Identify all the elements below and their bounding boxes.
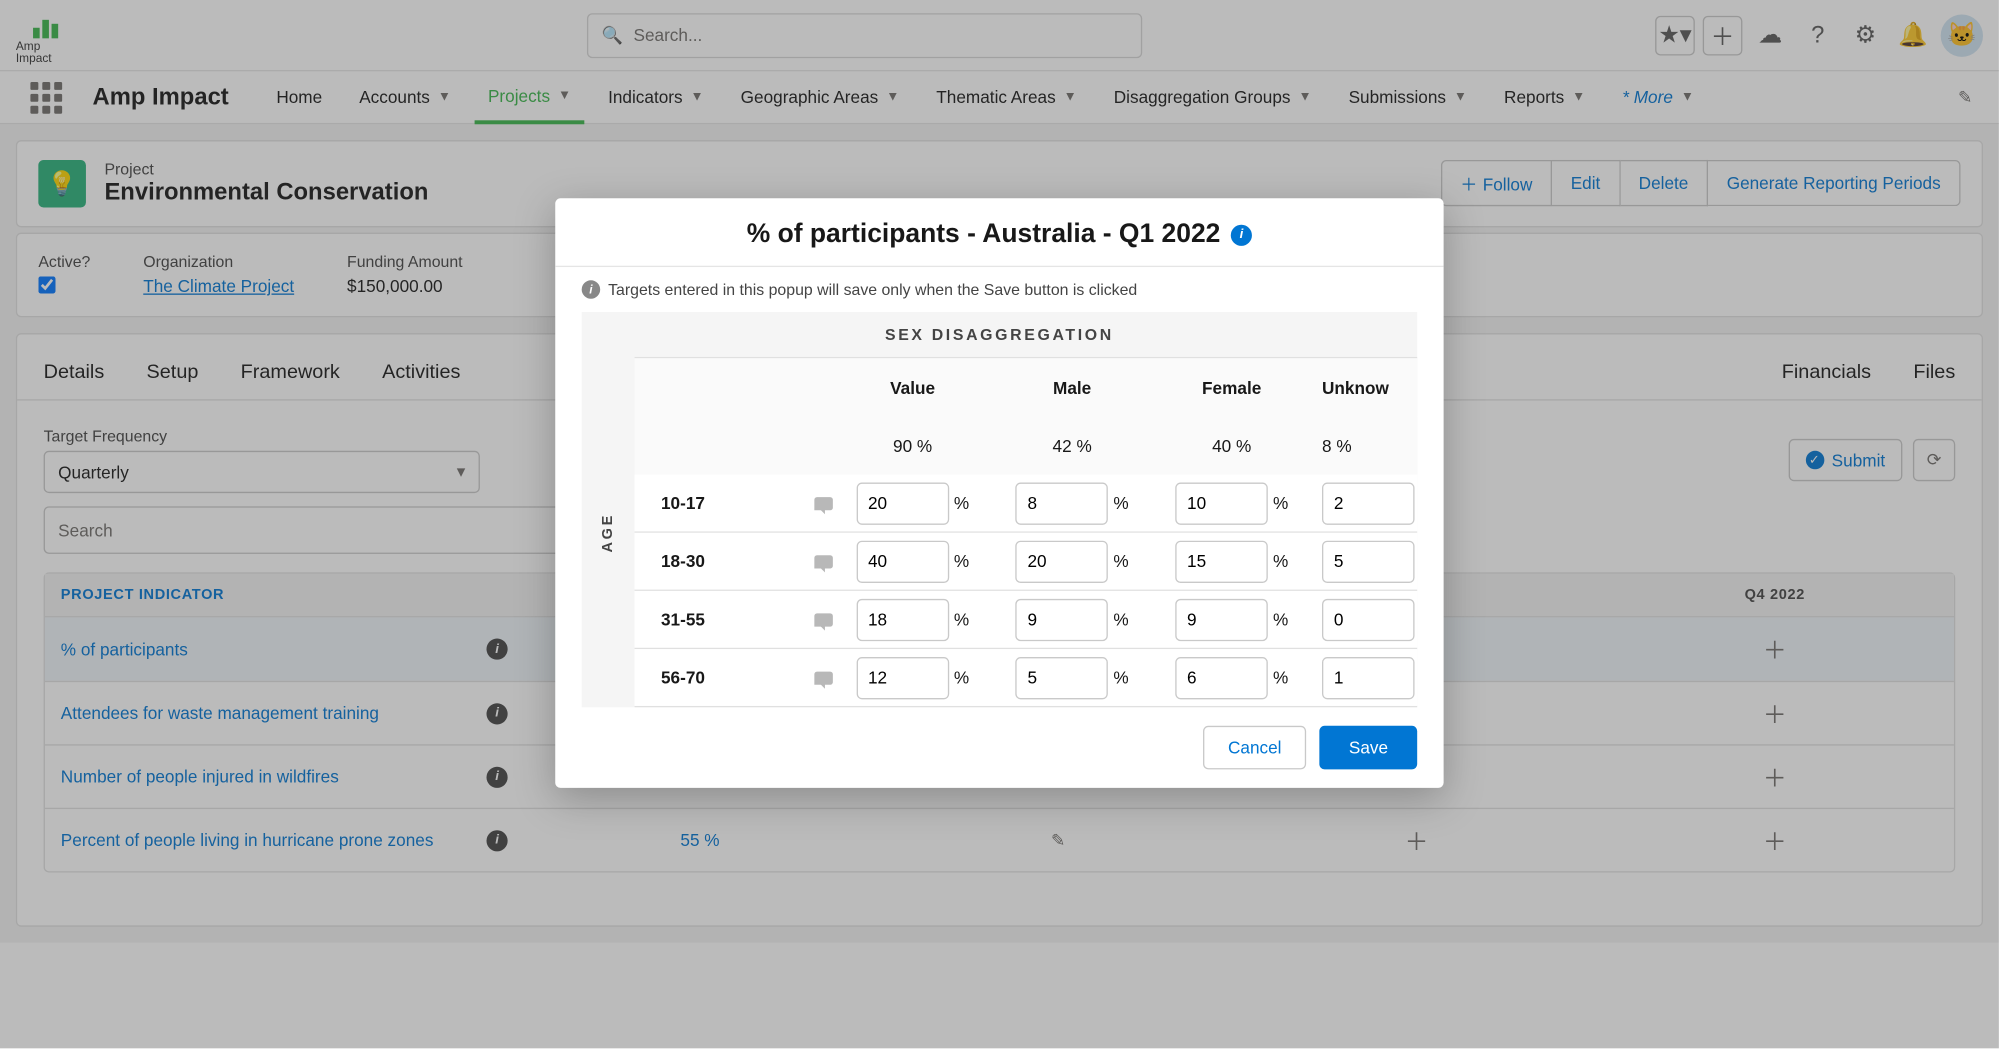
value-input[interactable] (1322, 656, 1415, 698)
value-input[interactable] (856, 540, 949, 582)
percent-label: % (1273, 668, 1288, 688)
grid-data-row: 56-70%%% (635, 649, 1418, 707)
row-label: 10-17 (635, 493, 833, 513)
grid-totals-row: 90 %42 %40 %8 % (635, 416, 1418, 474)
grid-data-row: 10-17%%% (635, 475, 1418, 533)
value-input[interactable] (1016, 656, 1109, 698)
value-input[interactable] (1016, 540, 1109, 582)
percent-label: % (954, 551, 969, 571)
percent-label: % (954, 668, 969, 688)
comment-icon[interactable] (814, 613, 833, 626)
value-input[interactable] (1175, 540, 1268, 582)
grid-data-row: 18-30%%% (635, 533, 1418, 591)
value-input[interactable] (1175, 482, 1268, 524)
column-header: Female (1152, 377, 1312, 397)
percent-label: % (954, 493, 969, 513)
value-input[interactable] (1322, 540, 1415, 582)
value-input[interactable] (1322, 598, 1415, 640)
total-value: 8 % (1311, 436, 1417, 456)
comment-icon[interactable] (814, 496, 833, 509)
total-value: 42 % (992, 436, 1152, 456)
value-input[interactable] (1175, 598, 1268, 640)
disaggregation-modal: % of participants - Australia - Q1 2022 … (555, 198, 1443, 788)
column-header: Male (992, 377, 1152, 397)
modal-title: % of participants - Australia - Q1 2022 … (555, 198, 1443, 265)
save-button[interactable]: Save (1320, 726, 1417, 770)
total-value: 40 % (1152, 436, 1312, 456)
percent-label: % (1273, 609, 1288, 629)
percent-label: % (1113, 551, 1128, 571)
column-header: Unknow (1311, 377, 1417, 397)
grid-header-row: ValueMaleFemaleUnknow (635, 358, 1418, 416)
value-input[interactable] (1016, 482, 1109, 524)
value-input[interactable] (1322, 482, 1415, 524)
row-label: 18-30 (635, 551, 833, 571)
comment-icon[interactable] (814, 555, 833, 568)
info-icon: i (582, 280, 601, 299)
total-value: 90 % (833, 436, 993, 456)
comment-icon[interactable] (814, 671, 833, 684)
row-label: 31-55 (635, 609, 833, 629)
column-header: Value (833, 377, 993, 397)
value-input[interactable] (1175, 656, 1268, 698)
value-input[interactable] (1016, 598, 1109, 640)
disaggregation-title: SEX DISAGGREGATION (582, 312, 1418, 357)
modal-hint: i Targets entered in this popup will sav… (555, 267, 1443, 312)
cancel-button[interactable]: Cancel (1203, 726, 1307, 770)
modal-overlay: % of participants - Australia - Q1 2022 … (0, 0, 1999, 1048)
value-input[interactable] (856, 482, 949, 524)
percent-label: % (1113, 493, 1128, 513)
percent-label: % (954, 609, 969, 629)
axis-age-label: AGE (582, 357, 635, 707)
percent-label: % (1113, 668, 1128, 688)
percent-label: % (1273, 493, 1288, 513)
grid-data-row: 31-55%%% (635, 591, 1418, 649)
info-icon[interactable]: i (1231, 224, 1252, 245)
percent-label: % (1113, 609, 1128, 629)
value-input[interactable] (856, 598, 949, 640)
row-label: 56-70 (635, 668, 833, 688)
percent-label: % (1273, 551, 1288, 571)
value-input[interactable] (856, 656, 949, 698)
